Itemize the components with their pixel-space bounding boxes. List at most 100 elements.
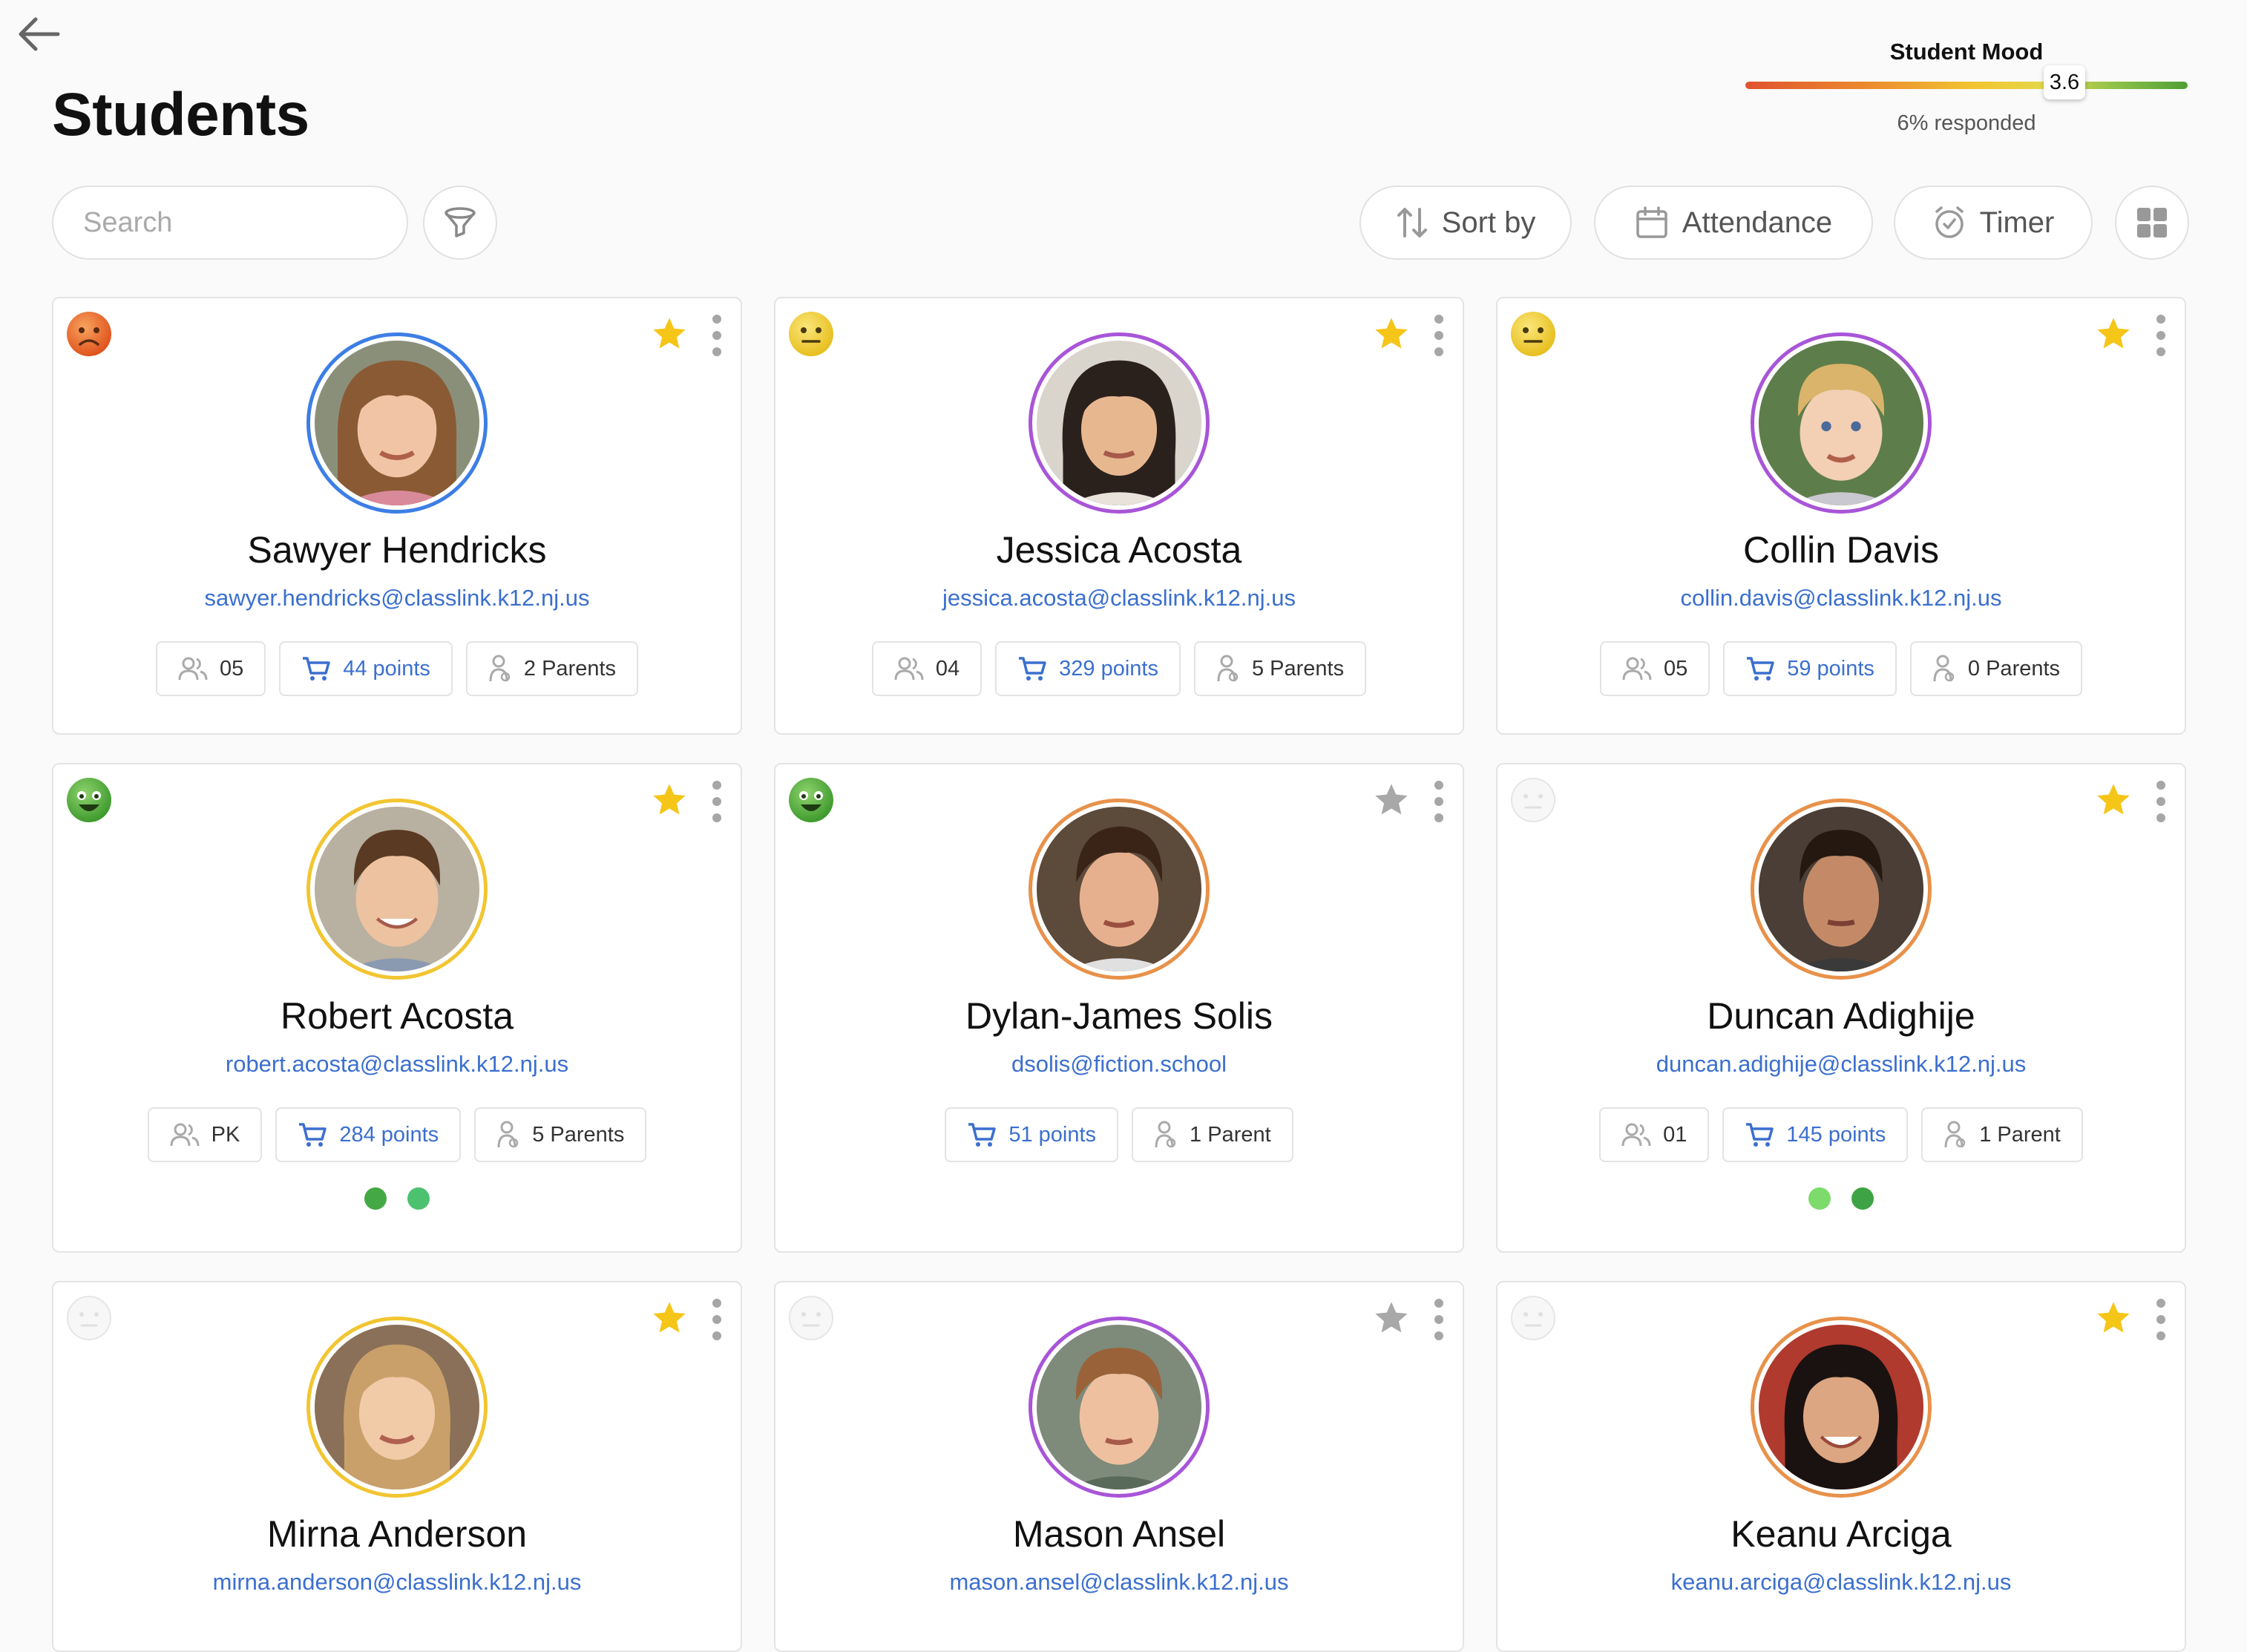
more-options-icon[interactable]	[2153, 1299, 2168, 1340]
grid-icon	[2137, 208, 2167, 237]
timer-label: Timer	[1979, 206, 2055, 239]
sort-by-button[interactable]: Sort by	[1359, 186, 1572, 260]
cart-icon	[1747, 657, 1774, 681]
star-icon[interactable]	[2094, 315, 2133, 353]
sort-icon	[1397, 208, 1427, 237]
parents-value: 1 Parent	[1190, 1122, 1271, 1147]
parents-value: 2 Parents	[523, 656, 617, 681]
parents-value: 0 Parents	[1967, 656, 2061, 681]
parents-chip[interactable]: 0 Parents	[1909, 641, 2083, 696]
timer-icon	[1935, 206, 1964, 238]
parents-chip[interactable]: 5 Parents	[1193, 641, 1367, 696]
points-chip[interactable]: 145 points	[1722, 1107, 1909, 1162]
student-name: Mason Ansel	[1012, 1513, 1226, 1555]
avatar	[306, 332, 488, 514]
points-value: 284 points	[339, 1122, 439, 1147]
more-options-icon[interactable]	[1431, 781, 1446, 822]
no-mood-icon	[787, 1294, 835, 1342]
student-email[interactable]: mirna.anderson@classlink.k12.nj.us	[53, 1569, 741, 1596]
parents-chip[interactable]: 1 Parent	[1921, 1107, 2083, 1162]
grade-value: 05	[1663, 656, 1688, 681]
parent-icon	[1944, 1121, 1966, 1148]
star-icon[interactable]	[1372, 781, 1411, 819]
parents-chip[interactable]: 5 Parents	[474, 1107, 647, 1162]
points-chip[interactable]: 51 points	[945, 1107, 1119, 1162]
parent-icon	[1933, 655, 1955, 682]
student-card[interactable]: Duncan Adighije duncan.adighije@classlin…	[1496, 763, 2186, 1253]
search-input[interactable]	[52, 186, 408, 260]
mood-gradient-bar: 3.6	[1745, 65, 2188, 99]
points-chip[interactable]: 329 points	[995, 641, 1181, 696]
grade-chip[interactable]: PK	[147, 1107, 263, 1162]
student-email[interactable]: keanu.arciga@classlink.k12.nj.us	[1498, 1569, 2185, 1596]
more-options-icon[interactable]	[709, 781, 724, 822]
student-mood-widget: Student Mood 3.6 6% responded	[1744, 39, 2189, 136]
student-name: Mirna Anderson	[266, 1513, 528, 1555]
points-value: 329 points	[1059, 656, 1158, 681]
student-card[interactable]: Robert Acosta robert.acosta@classlink.k1…	[52, 763, 742, 1253]
parents-chip[interactable]: 2 Parents	[465, 641, 639, 696]
sad-face-icon	[65, 310, 113, 358]
sort-by-label: Sort by	[1441, 206, 1536, 239]
parent-icon	[489, 655, 511, 682]
star-icon[interactable]	[650, 315, 689, 353]
parents-value: 1 Parent	[1979, 1122, 2061, 1147]
timer-button[interactable]: Timer	[1894, 186, 2093, 260]
points-chip[interactable]: 59 points	[1723, 641, 1897, 696]
more-options-icon[interactable]	[2153, 315, 2168, 356]
attendance-button[interactable]: Attendance	[1594, 186, 1873, 260]
filter-icon	[445, 207, 476, 237]
status-indicator-dot	[364, 1187, 387, 1210]
cart-icon	[1746, 1123, 1774, 1147]
more-options-icon[interactable]	[709, 1299, 724, 1340]
more-options-icon[interactable]	[1431, 1299, 1446, 1340]
student-email[interactable]: dsolis@fiction.school	[775, 1051, 1463, 1078]
points-chip[interactable]: 284 points	[275, 1107, 462, 1162]
points-value: 44 points	[343, 656, 430, 681]
points-value: 59 points	[1787, 656, 1874, 681]
cart-icon	[303, 657, 330, 681]
star-icon[interactable]	[1372, 1299, 1411, 1337]
more-options-icon[interactable]	[709, 315, 724, 356]
student-card[interactable]: Dylan-James Solis dsolis@fiction.school …	[774, 763, 1464, 1253]
avatar	[1029, 1317, 1210, 1498]
group-icon	[894, 657, 924, 681]
student-name: Jessica Acosta	[996, 529, 1242, 571]
parents-chip[interactable]: 1 Parent	[1132, 1107, 1293, 1162]
student-card[interactable]: Collin Davis collin.davis@classlink.k12.…	[1496, 297, 2186, 735]
student-email[interactable]: duncan.adighije@classlink.k12.nj.us	[1498, 1051, 2185, 1078]
student-email[interactable]: sawyer.hendricks@classlink.k12.nj.us	[53, 585, 741, 612]
filter-button[interactable]	[423, 186, 497, 260]
grade-chip[interactable]: 01	[1599, 1107, 1710, 1162]
grade-chip[interactable]: 05	[155, 641, 266, 696]
student-card[interactable]: Sawyer Hendricks sawyer.hendricks@classl…	[52, 297, 742, 735]
student-email[interactable]: mason.ansel@classlink.k12.nj.us	[775, 1569, 1463, 1596]
group-icon	[170, 1123, 200, 1147]
student-email[interactable]: collin.davis@classlink.k12.nj.us	[1498, 585, 2185, 612]
status-indicator-dot	[407, 1187, 430, 1210]
student-email[interactable]: robert.acosta@classlink.k12.nj.us	[53, 1051, 741, 1078]
student-email[interactable]: jessica.acosta@classlink.k12.nj.us	[775, 585, 1463, 612]
grade-chip[interactable]: 04	[871, 641, 983, 696]
mood-responded-text: 6% responded	[1897, 111, 2036, 135]
star-icon[interactable]	[1372, 315, 1411, 353]
no-mood-icon	[1509, 1294, 1557, 1342]
star-icon[interactable]	[2094, 1299, 2133, 1337]
points-chip[interactable]: 44 points	[279, 641, 453, 696]
back-arrow-icon[interactable]	[15, 13, 62, 55]
more-options-icon[interactable]	[2153, 781, 2168, 822]
more-options-icon[interactable]	[1431, 315, 1446, 356]
parent-icon	[497, 1121, 519, 1148]
star-icon[interactable]	[650, 1299, 689, 1337]
parent-icon	[1217, 655, 1239, 682]
star-icon[interactable]	[650, 781, 689, 819]
student-name: Robert Acosta	[280, 995, 514, 1037]
student-card[interactable]: Mason Ansel mason.ansel@classlink.k12.nj…	[774, 1281, 1464, 1652]
student-card[interactable]: Jessica Acosta jessica.acosta@classlink.…	[774, 297, 1464, 735]
grade-chip[interactable]: 05	[1599, 641, 1710, 696]
grid-view-button[interactable]	[2115, 186, 2189, 260]
star-icon[interactable]	[2094, 781, 2133, 819]
cart-icon	[1019, 657, 1046, 681]
student-card[interactable]: Keanu Arciga keanu.arciga@classlink.k12.…	[1496, 1281, 2186, 1652]
student-card[interactable]: Mirna Anderson mirna.anderson@classlink.…	[52, 1281, 742, 1652]
